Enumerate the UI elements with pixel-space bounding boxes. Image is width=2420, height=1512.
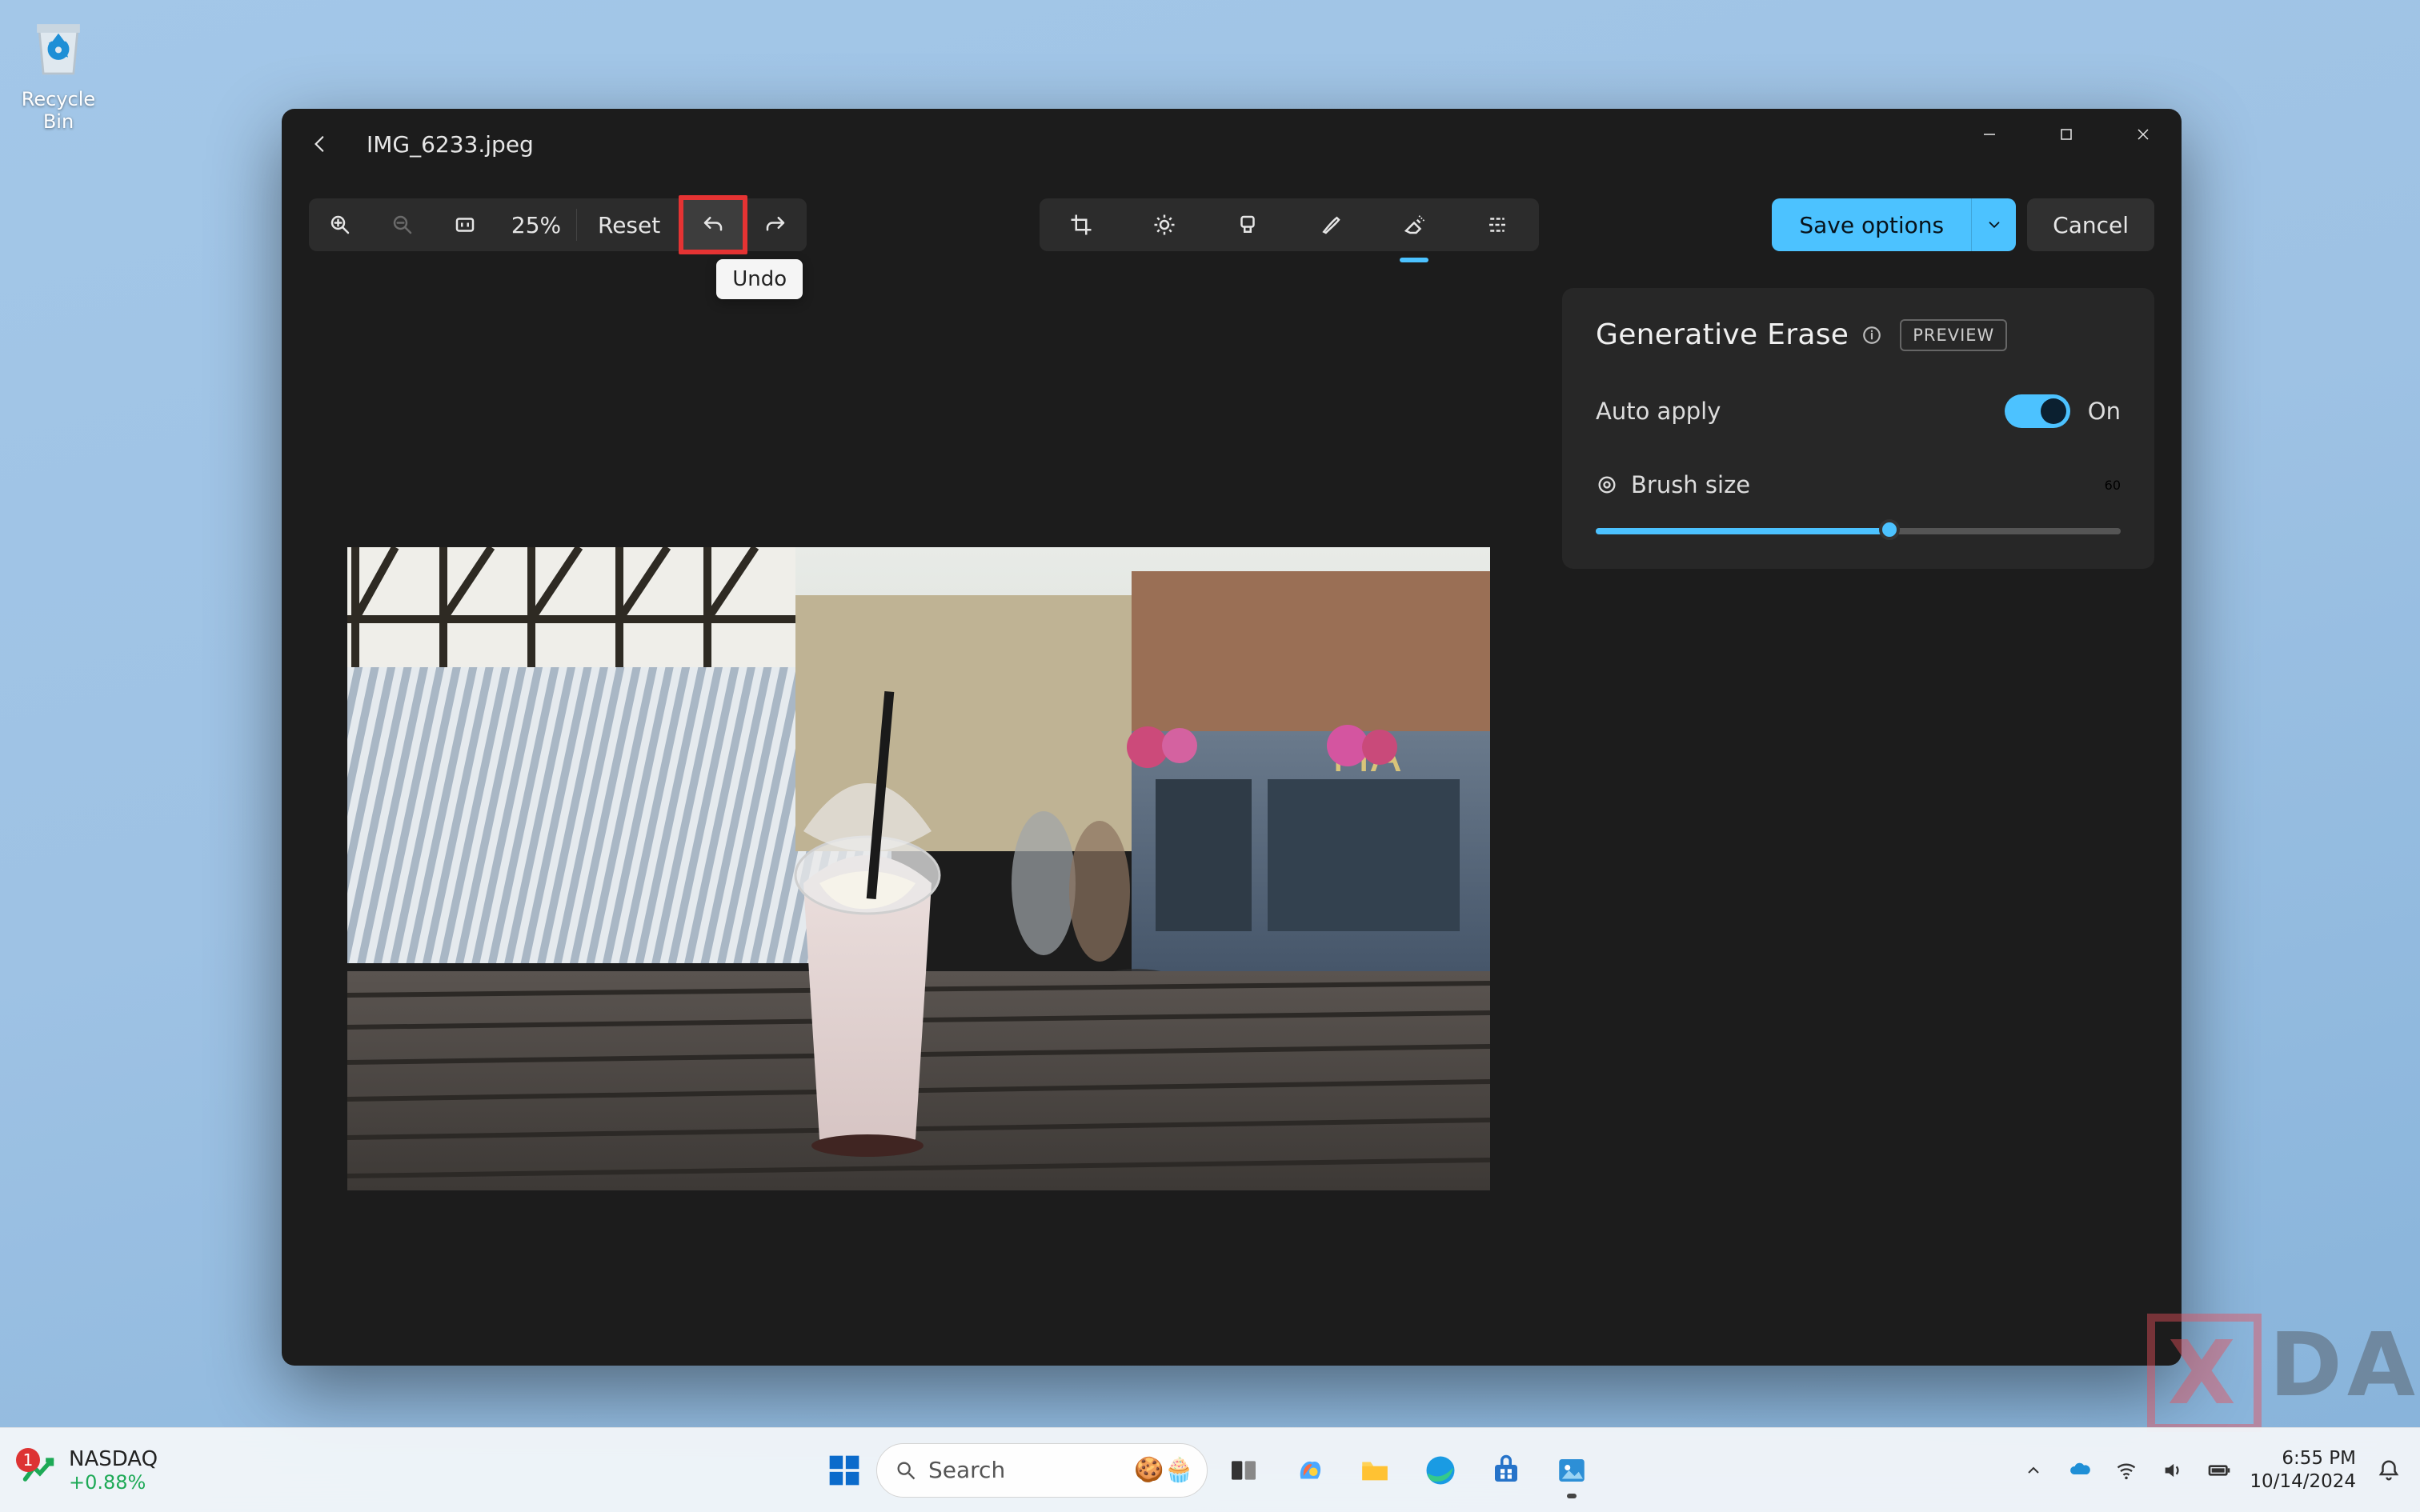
search-icon: [895, 1459, 917, 1482]
fit-to-window-button[interactable]: [434, 198, 496, 251]
filter-tool[interactable]: [1206, 198, 1289, 251]
erase-tool[interactable]: [1372, 198, 1456, 251]
edited-photo: MA: [347, 547, 1490, 1190]
stock-icon: 1: [21, 1453, 56, 1488]
recycle-bin-icon: [24, 11, 93, 80]
notifications-icon[interactable]: [2370, 1452, 2407, 1489]
search-placeholder: Search: [928, 1457, 1123, 1483]
onedrive-icon[interactable]: [2064, 1454, 2096, 1486]
auto-apply-toggle[interactable]: [2005, 394, 2070, 428]
zoom-out-button[interactable]: [371, 198, 434, 251]
reset-button[interactable]: Reset: [577, 198, 681, 251]
zoom-in-button[interactable]: [309, 198, 371, 251]
store-icon[interactable]: [1475, 1439, 1537, 1502]
taskbar: 1 NASDAQ +0.88% Search 🍪🧁: [0, 1427, 2420, 1512]
clock-date: 10/14/2024: [2250, 1470, 2356, 1494]
background-blur-tool[interactable]: [1456, 198, 1539, 251]
side-panel: Generative Erase PREVIEW Auto apply On: [1562, 270, 2154, 1338]
image-canvas[interactable]: MA: [309, 270, 1535, 1338]
zoom-value[interactable]: 25%: [496, 198, 576, 251]
photos-app-icon[interactable]: [1541, 1439, 1603, 1502]
crop-tool[interactable]: [1040, 198, 1123, 251]
clock-time: 6:55 PM: [2250, 1447, 2356, 1470]
taskbar-search[interactable]: Search 🍪🧁: [876, 1443, 1208, 1498]
auto-apply-label: Auto apply: [1596, 398, 1721, 425]
taskbar-clock[interactable]: 6:55 PM 10/14/2024: [2250, 1447, 2356, 1494]
close-button[interactable]: [2105, 109, 2182, 160]
cancel-button[interactable]: Cancel: [2027, 198, 2154, 251]
maximize-button[interactable]: [2028, 109, 2105, 160]
xda-watermark: XDA: [2147, 1314, 2420, 1432]
start-button[interactable]: [817, 1443, 871, 1498]
save-options-label: Save options: [1772, 212, 1971, 238]
redo-button[interactable]: [744, 198, 807, 251]
brush-size-label: Brush size: [1631, 471, 1750, 498]
back-button[interactable]: [298, 122, 343, 166]
edge-icon[interactable]: [1409, 1439, 1472, 1502]
edit-tools-group: [1040, 198, 1539, 251]
target-icon: [1596, 474, 1618, 496]
minimize-button[interactable]: [1951, 109, 2028, 160]
preview-badge: PREVIEW: [1900, 319, 2007, 351]
file-explorer-icon[interactable]: [1344, 1439, 1406, 1502]
info-icon[interactable]: [1861, 325, 1882, 346]
stock-symbol: NASDAQ: [69, 1447, 158, 1471]
zoom-tool-group: 25% Reset: [309, 198, 807, 251]
markup-tool[interactable]: [1289, 198, 1372, 251]
task-view-icon[interactable]: [1212, 1439, 1275, 1502]
desktop-icon-recycle-bin[interactable]: Recycle Bin: [11, 11, 106, 133]
stock-badge: 1: [16, 1448, 40, 1472]
stock-change: +0.88%: [69, 1471, 158, 1494]
chevron-down-icon: [1971, 198, 2016, 251]
panel-title: Generative Erase: [1596, 318, 1849, 351]
search-emoji: 🍪🧁: [1134, 1456, 1194, 1484]
save-options-button[interactable]: Save options: [1772, 198, 2016, 251]
volume-icon[interactable]: [2157, 1454, 2189, 1486]
photos-editor-window: IMG_6233.jpeg 25%: [282, 109, 2182, 1366]
window-title: IMG_6233.jpeg: [367, 131, 534, 158]
titlebar: IMG_6233.jpeg: [282, 109, 2182, 179]
tray-chevron-icon[interactable]: [2017, 1454, 2049, 1486]
adjustments-tool[interactable]: [1123, 198, 1206, 251]
editor-toolbar: 25% Reset: [282, 179, 2182, 270]
auto-apply-state: On: [2088, 398, 2121, 425]
recycle-bin-label: Recycle Bin: [11, 88, 106, 133]
generative-erase-panel: Generative Erase PREVIEW Auto apply On: [1562, 288, 2154, 569]
copilot-icon[interactable]: [1278, 1439, 1340, 1502]
stock-widget[interactable]: 1 NASDAQ +0.88%: [0, 1447, 158, 1494]
system-tray: 6:55 PM 10/14/2024: [2017, 1447, 2420, 1494]
brush-size-value: 60: [2105, 478, 2121, 493]
undo-button[interactable]: [682, 198, 744, 251]
battery-icon[interactable]: [2203, 1454, 2235, 1486]
wifi-icon[interactable]: [2110, 1454, 2142, 1486]
brush-size-slider[interactable]: [1596, 526, 2121, 534]
active-indicator: [1400, 258, 1428, 262]
